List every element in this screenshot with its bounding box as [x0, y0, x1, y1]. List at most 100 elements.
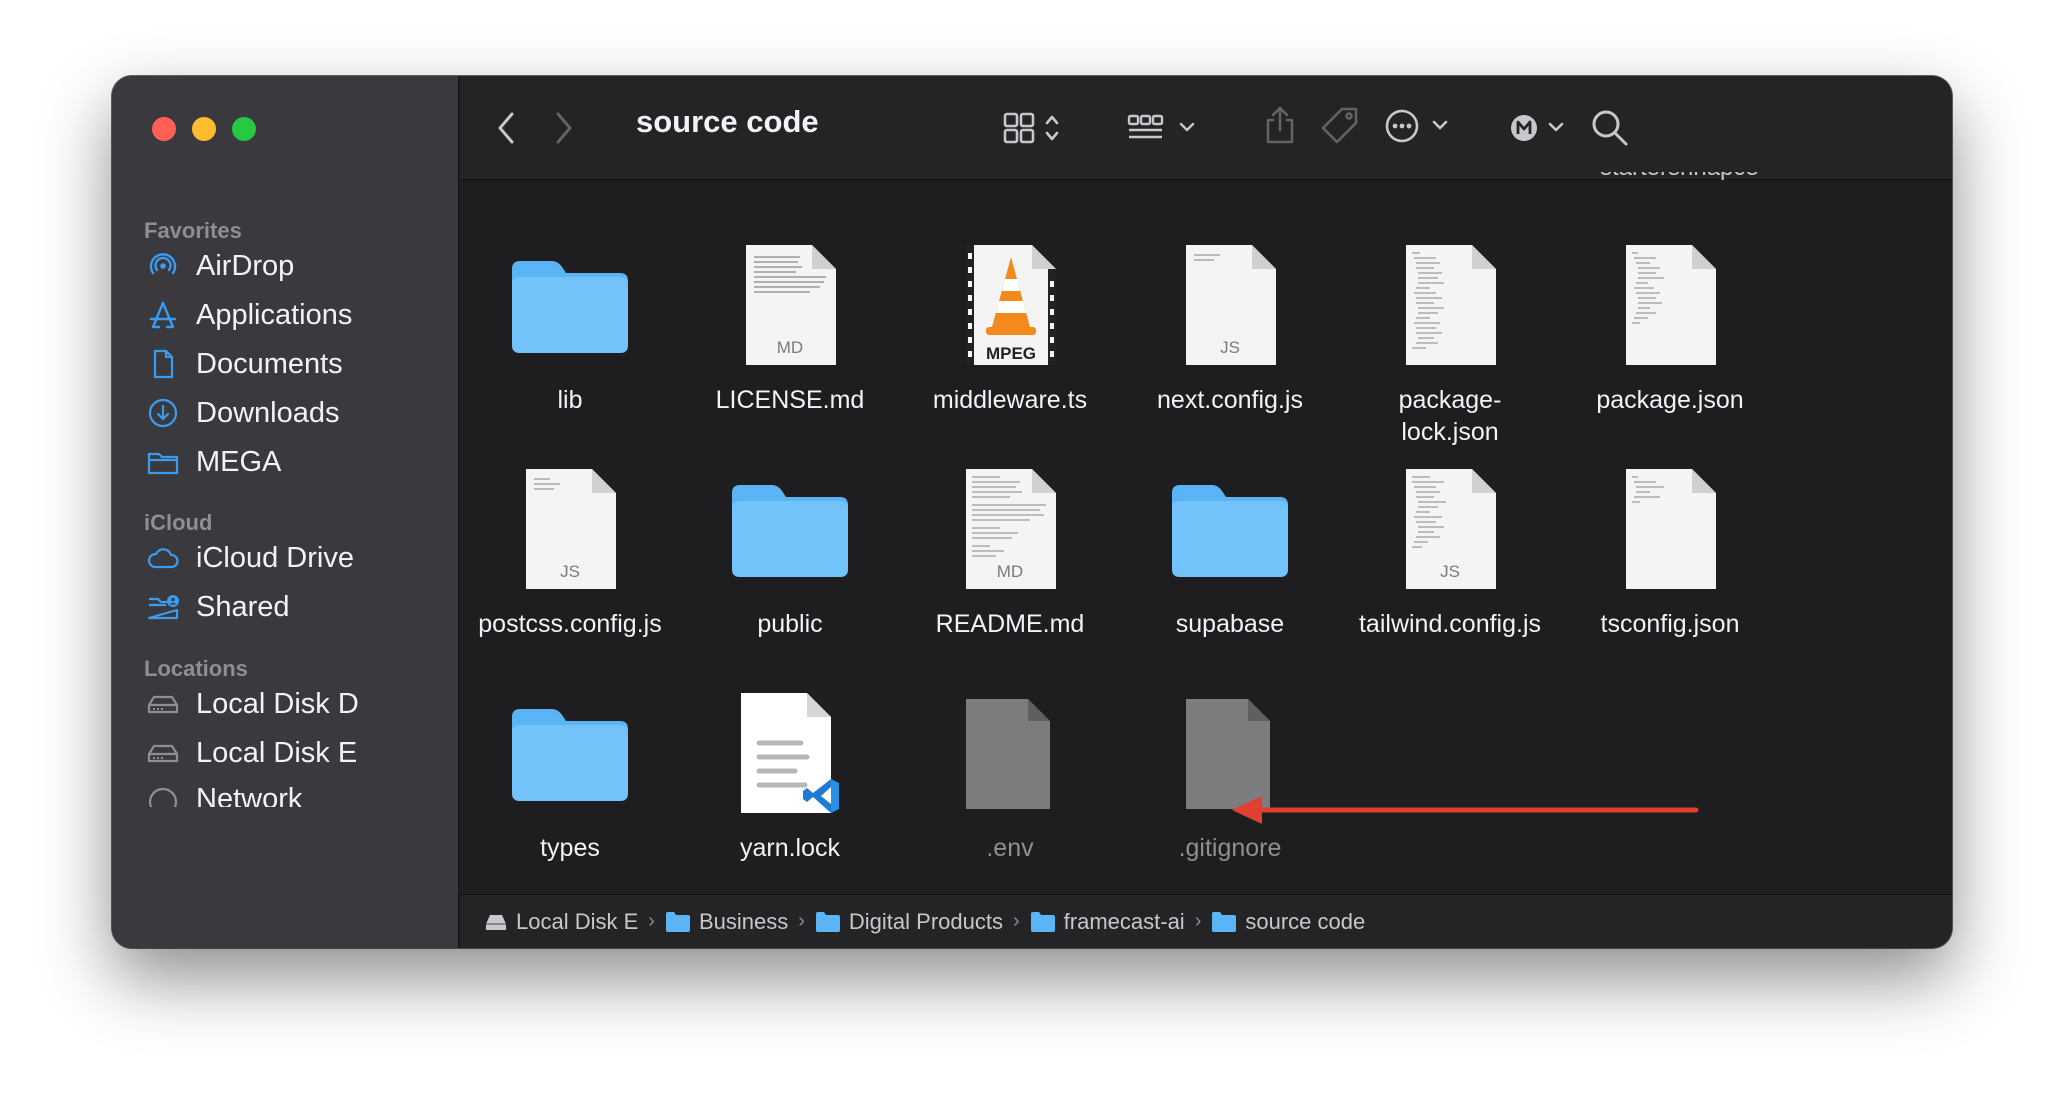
- json-file-icon: [1600, 240, 1740, 370]
- file-grid: lib MD LICENSE.md MPEG middleware.ts JS …: [460, 180, 1952, 894]
- file-name: lib: [557, 386, 583, 414]
- sidebar-item-label: Local Disk E: [196, 736, 358, 769]
- toolbar: source code: [460, 76, 1952, 180]
- folder-icon: [815, 911, 840, 932]
- sidebar-item-label: AirDrop: [196, 249, 295, 282]
- crumb-label: source code: [1245, 908, 1366, 934]
- applications-icon: [149, 301, 177, 329]
- sidebar-item-mega[interactable]: MEGA: [146, 437, 436, 487]
- sidebar-item-airdrop[interactable]: AirDrop: [146, 241, 436, 291]
- folder-icon: [1212, 911, 1237, 932]
- sidebar-item-downloads[interactable]: Downloads: [146, 388, 436, 438]
- airdrop-icon: [149, 253, 177, 275]
- file-item-license[interactable]: MD LICENSE.md: [680, 240, 900, 416]
- file-item-public[interactable]: public: [680, 464, 900, 640]
- path-crumb-source-code[interactable]: source code: [1211, 909, 1365, 935]
- file-item-package-json[interactable]: package.json: [1560, 240, 1780, 416]
- file-item-package-lock[interactable]: package- lock.json: [1340, 240, 1560, 448]
- sidebar-item-local-disk-e[interactable]: Local Disk E: [146, 728, 436, 778]
- file-name: LICENSE.md: [715, 386, 865, 414]
- folder-icon: [720, 464, 860, 594]
- file-item-lib[interactable]: lib: [460, 240, 680, 416]
- chevron-right-icon: ›: [798, 910, 805, 932]
- sidebar-item-local-disk-d[interactable]: Local Disk D: [146, 679, 436, 729]
- file-item-types[interactable]: types: [460, 688, 680, 864]
- file-item-env[interactable]: .env: [900, 688, 1120, 864]
- json-file-icon: [1380, 240, 1520, 370]
- path-crumb-local-disk-e[interactable]: Local Disk E: [484, 909, 638, 935]
- chevron-left-icon: [498, 112, 514, 144]
- file-item-postcss-config[interactable]: JS postcss.config.js: [460, 464, 680, 640]
- tag-button[interactable]: [1318, 104, 1362, 148]
- zoom-button[interactable]: [232, 117, 256, 141]
- share-button[interactable]: [1260, 104, 1300, 148]
- clipped-toolbar-text: startershnapce: [1600, 172, 1820, 180]
- file-name: README.md: [935, 610, 1085, 638]
- javascript-file-icon: JS: [500, 464, 640, 594]
- file-item-gitignore[interactable]: .gitignore: [1120, 688, 1340, 864]
- path-crumb-framecast-ai[interactable]: framecast-ai: [1030, 909, 1185, 935]
- sidebar-item-label: Local Disk D: [196, 687, 359, 720]
- close-button[interactable]: [152, 117, 176, 141]
- more-actions-button[interactable]: [1384, 106, 1454, 146]
- svg-text:MD: MD: [777, 338, 803, 357]
- file-item-supabase[interactable]: supabase: [1120, 464, 1340, 640]
- cloud-icon: [147, 548, 179, 569]
- icon-grid-view-icon: [1003, 112, 1059, 144]
- markdown-file-icon: MD: [720, 240, 860, 370]
- file-item-readme[interactable]: MD README.md: [900, 464, 1120, 640]
- file-item-next-config[interactable]: JS next.config.js: [1120, 240, 1340, 416]
- chevron-right-icon: [556, 112, 572, 144]
- sidebar-item-documents[interactable]: Documents: [146, 339, 436, 389]
- path-crumb-business[interactable]: Business: [665, 909, 788, 935]
- javascript-file-icon: JS: [1160, 240, 1300, 370]
- window-title: source code: [636, 104, 819, 139]
- json-file-icon: [1600, 464, 1740, 594]
- sidebar-item-icloud-drive[interactable]: iCloud Drive: [146, 533, 436, 583]
- crumb-label: Business: [698, 908, 789, 934]
- file-name: .gitignore: [1178, 834, 1282, 862]
- file-item-middleware[interactable]: MPEG middleware.ts: [900, 240, 1120, 416]
- sidebar-item-label: Network: [196, 783, 303, 807]
- view-mode-button[interactable]: [1002, 108, 1066, 148]
- vlc-mpeg-file-icon: MPEG: [940, 240, 1080, 370]
- path-crumb-digital-products[interactable]: Digital Products: [815, 909, 1003, 935]
- sidebar-item-shared[interactable]: Shared: [146, 582, 436, 632]
- forward-button[interactable]: [546, 108, 580, 148]
- disk-icon: [486, 914, 506, 930]
- window-controls: [152, 117, 256, 141]
- minimize-button[interactable]: [192, 117, 216, 141]
- tag-icon: [1321, 107, 1358, 144]
- download-icon: [148, 398, 178, 428]
- crumb-label: framecast-ai: [1063, 908, 1185, 934]
- sidebar-item-applications[interactable]: Applications: [146, 290, 436, 340]
- hidden-file-icon: [940, 688, 1080, 818]
- folder-icon: [500, 240, 640, 370]
- disk-icon: [147, 744, 179, 763]
- file-item-tailwind-config[interactable]: JS tailwind.config.js: [1340, 464, 1560, 640]
- svg-text:JS: JS: [1440, 562, 1460, 581]
- sidebar-item-label: MEGA: [196, 445, 282, 478]
- markdown-file-icon: MD: [940, 464, 1080, 594]
- crumb-label: Digital Products: [848, 908, 1003, 934]
- file-item-tsconfig[interactable]: tsconfig.json: [1560, 464, 1780, 640]
- search-button[interactable]: [1590, 108, 1630, 148]
- path-bar: Local Disk E › Business › Digital Produc…: [460, 894, 1952, 948]
- chevron-right-icon: ›: [1194, 910, 1202, 932]
- disk-icon: [147, 695, 179, 714]
- folder-icon: [1030, 911, 1055, 932]
- file-name: package- lock.json: [1398, 386, 1502, 446]
- finder-window: Favorites AirDrop Applications Documents…: [112, 76, 1952, 948]
- sidebar-item-network[interactable]: Network: [146, 777, 436, 807]
- file-name: supabase: [1175, 610, 1285, 638]
- group-by-button[interactable]: [1126, 108, 1200, 148]
- file-name: package.json: [1596, 386, 1744, 414]
- back-button[interactable]: [490, 108, 524, 148]
- file-name: types: [540, 834, 600, 862]
- shared-folder-icon: [147, 595, 179, 620]
- mega-account-button[interactable]: [1510, 108, 1574, 148]
- folder-icon: [147, 452, 179, 475]
- ellipsis-circle-icon: [1385, 109, 1448, 143]
- file-item-yarn-lock[interactable]: yarn.lock: [680, 688, 900, 864]
- svg-text:JS: JS: [560, 562, 580, 581]
